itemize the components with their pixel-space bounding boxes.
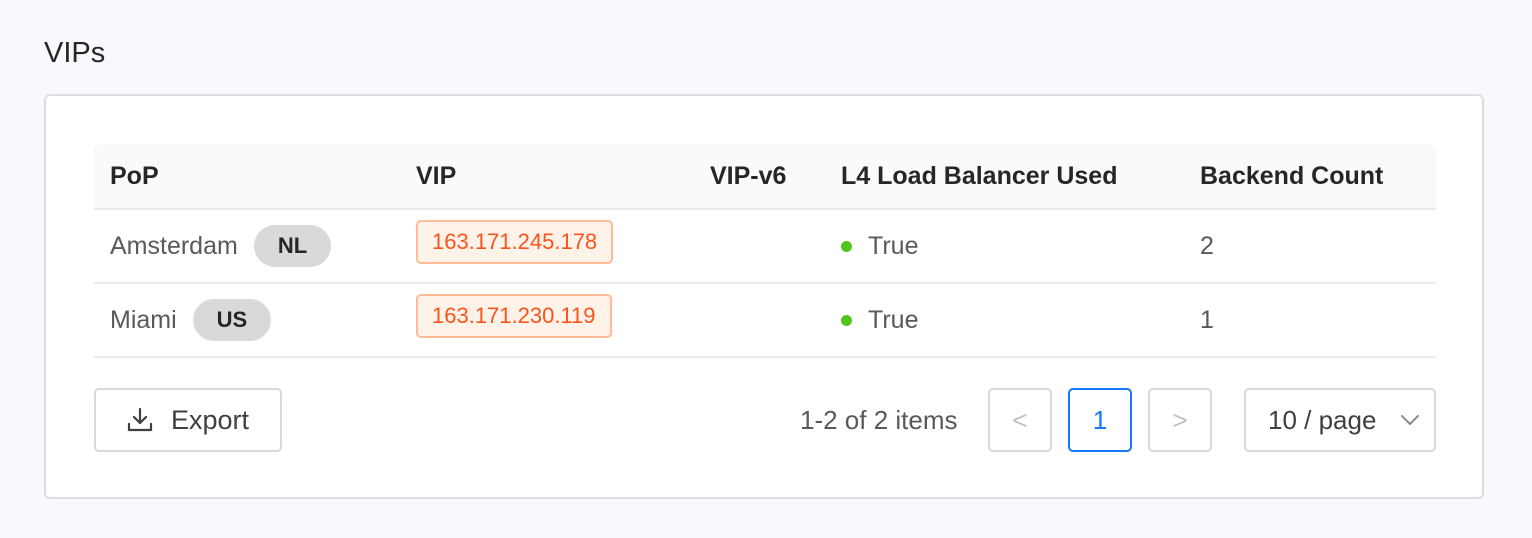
- l4-used-cell: True: [825, 232, 1184, 261]
- pop-name: Miami: [110, 305, 177, 334]
- table-header: PoP VIP VIP-v6 L4 Load Balancer Used Bac…: [94, 144, 1436, 210]
- chevron-left-icon: <: [1012, 404, 1028, 435]
- vips-table: PoP VIP VIP-v6 L4 Load Balancer Used Bac…: [94, 144, 1436, 358]
- chevron-right-icon: >: [1172, 404, 1188, 435]
- backend-count-cell: 2: [1200, 231, 1214, 260]
- l4-used-value: True: [868, 305, 919, 334]
- pagination-total: 1-2 of 2 items: [800, 405, 958, 435]
- chevron-down-icon: [1401, 415, 1419, 425]
- country-badge: US: [192, 299, 272, 341]
- table-row: Miami US 163.171.230.119 True 1: [94, 284, 1436, 358]
- export-button[interactable]: Export: [94, 388, 282, 452]
- download-icon: [127, 407, 153, 432]
- column-header-vip: VIP: [416, 161, 457, 190]
- pop-name: Amsterdam: [110, 231, 238, 260]
- table-row: Amsterdam NL 163.171.245.178 True 2: [94, 210, 1436, 284]
- page-title: VIPs: [44, 37, 106, 69]
- backend-count-cell: 1: [1200, 305, 1214, 334]
- green-dot-icon: [841, 240, 852, 252]
- green-dot-icon: [841, 314, 852, 326]
- page-size-select[interactable]: 10 / page: [1244, 388, 1436, 452]
- table-footer: Export 1-2 of 2 items < 1 > 10 / page: [94, 388, 1436, 452]
- next-page-button[interactable]: >: [1148, 388, 1212, 452]
- page-size-value: 10 / page: [1268, 404, 1377, 435]
- vips-card: PoP VIP VIP-v6 L4 Load Balancer Used Bac…: [44, 94, 1484, 499]
- pop-cell: Miami US: [94, 299, 400, 341]
- column-header-pop: PoP: [110, 161, 159, 190]
- l4-used-value: True: [868, 231, 919, 260]
- vip-tag: 163.171.245.178: [416, 220, 614, 264]
- page-1-button[interactable]: 1: [1068, 388, 1132, 452]
- vip-cell: 163.171.230.119: [400, 294, 694, 338]
- export-label: Export: [170, 404, 250, 435]
- vip-cell: 163.171.245.178: [400, 220, 694, 264]
- pop-cell: Amsterdam NL: [94, 225, 400, 267]
- l4-used-cell: True: [825, 306, 1184, 335]
- vip-tag: 163.171.230.119: [416, 294, 612, 338]
- country-badge: NL: [253, 225, 332, 267]
- column-header-l4-load-balancer: L4 Load Balancer Used: [841, 161, 1118, 190]
- column-header-vip-v6: VIP-v6: [710, 161, 787, 190]
- column-header-backend-count: Backend Count: [1200, 161, 1384, 190]
- prev-page-button[interactable]: <: [988, 388, 1052, 452]
